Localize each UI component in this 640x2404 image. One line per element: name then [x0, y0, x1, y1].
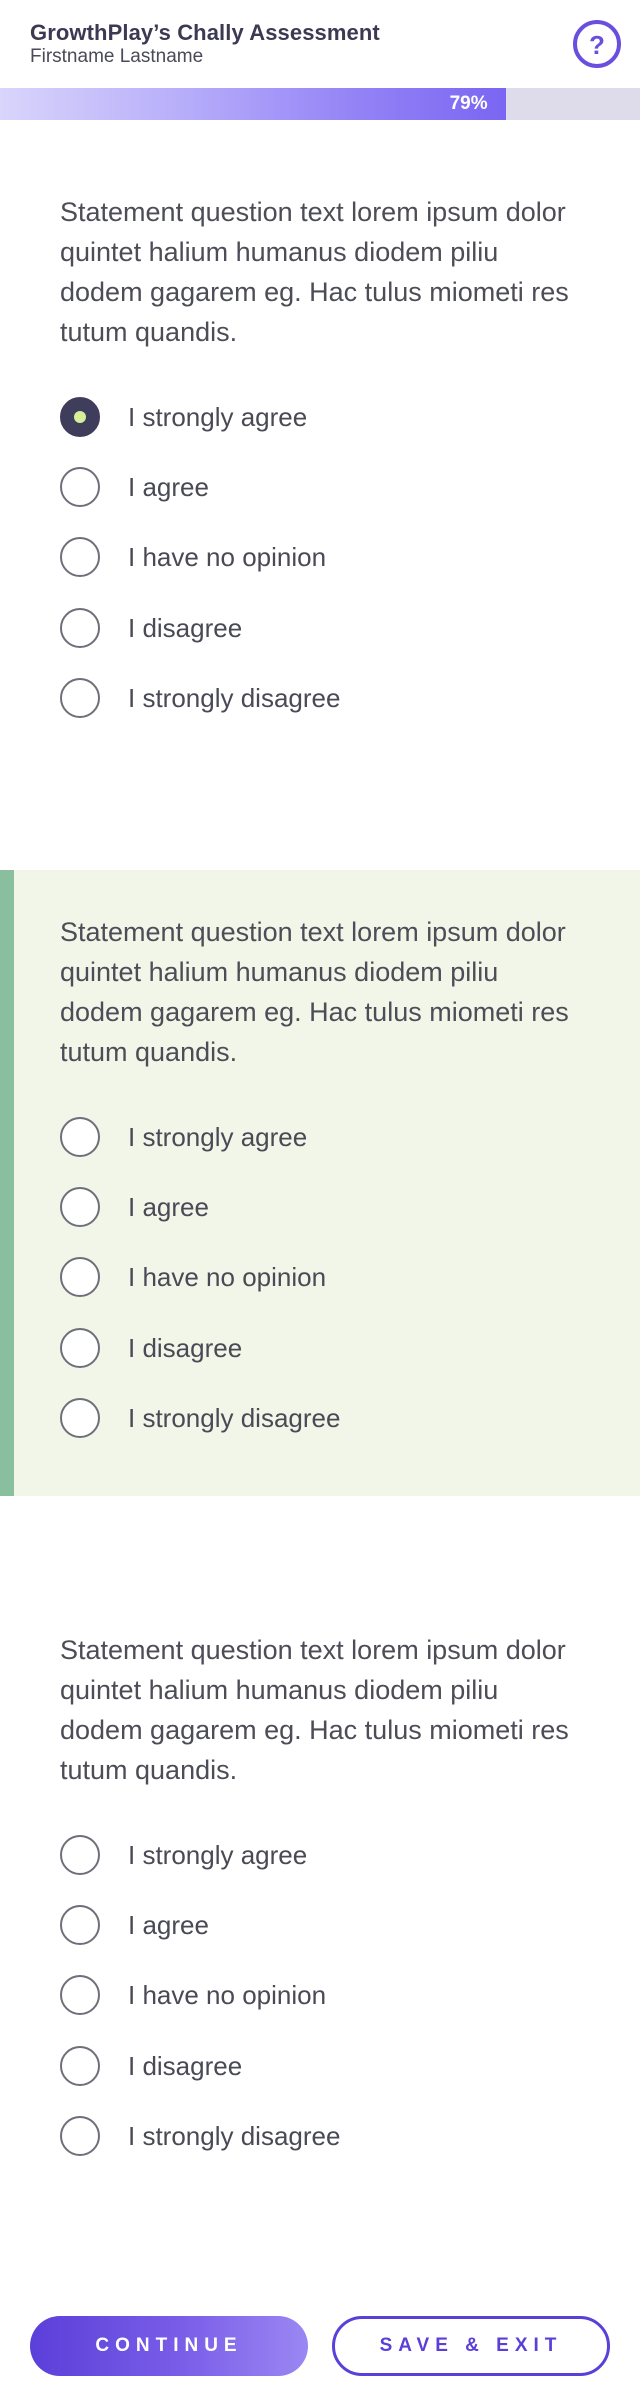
option-label: I strongly disagree [128, 2120, 341, 2151]
progress-label: 79% [449, 93, 488, 114]
option-disagree[interactable]: I disagree [60, 2045, 580, 2087]
question-circle-icon: ? [589, 29, 605, 60]
radio-button[interactable] [60, 2046, 100, 2086]
question-block-2: Statement question text lorem ipsum dolo… [0, 870, 640, 1496]
option-label: I agree [128, 1909, 209, 1940]
radio-button[interactable] [60, 678, 100, 718]
option-label: I strongly agree [128, 1839, 308, 1870]
option-label: I strongly disagree [128, 1402, 341, 1433]
option-strongly-disagree[interactable]: I strongly disagree [60, 1397, 580, 1439]
option-label: I strongly agree [128, 1121, 308, 1152]
header: GrowthPlay’s Chally Assessment Firstname… [0, 0, 640, 88]
option-label: I have no opinion [128, 541, 327, 572]
radio-button[interactable] [60, 537, 100, 577]
radio-button[interactable] [60, 1975, 100, 2015]
option-strongly-agree[interactable]: I strongly agree [60, 1834, 580, 1876]
option-label: I disagree [128, 612, 243, 643]
question-block-1: Statement question text lorem ipsum dolo… [0, 120, 640, 870]
option-strongly-agree[interactable]: I strongly agree [60, 1116, 580, 1158]
option-label: I agree [128, 1191, 209, 1222]
option-strongly-agree[interactable]: I strongly agree [60, 396, 580, 438]
option-label: I disagree [128, 1332, 243, 1363]
option-agree[interactable]: I agree [60, 466, 580, 508]
option-label: I have no opinion [128, 1261, 327, 1292]
option-label: I strongly disagree [128, 682, 341, 713]
option-strongly-disagree[interactable]: I strongly disagree [60, 677, 580, 719]
option-no-opinion[interactable]: I have no opinion [60, 1256, 580, 1298]
radio-button[interactable] [60, 1328, 100, 1368]
radio-button[interactable] [60, 1187, 100, 1227]
option-strongly-disagree[interactable]: I strongly disagree [60, 2115, 580, 2157]
option-agree[interactable]: I agree [60, 1186, 580, 1228]
option-agree[interactable]: I agree [60, 1904, 580, 1946]
continue-button[interactable]: CONTINUE [30, 2316, 308, 2376]
save-exit-button[interactable]: SAVE & EXIT [332, 2316, 610, 2376]
radio-button[interactable] [60, 1835, 100, 1875]
option-label: I agree [128, 471, 209, 502]
radio-button[interactable] [60, 608, 100, 648]
question-text: Statement question text lorem ipsum dolo… [60, 917, 569, 1067]
option-label: I have no opinion [128, 1979, 327, 2010]
option-disagree[interactable]: I disagree [60, 1327, 580, 1369]
option-no-opinion[interactable]: I have no opinion [60, 536, 580, 578]
radio-button[interactable] [60, 467, 100, 507]
question-text: Statement question text lorem ipsum dolo… [60, 197, 569, 347]
radio-button[interactable] [60, 1117, 100, 1157]
progress-fill: 79% [0, 88, 506, 120]
app-title: GrowthPlay’s Chally Assessment [30, 20, 380, 45]
option-label: I strongly agree [128, 401, 308, 432]
option-no-opinion[interactable]: I have no opinion [60, 1974, 580, 2016]
user-name: Firstname Lastname [30, 46, 204, 67]
assessment-page: GrowthPlay’s Chally Assessment Firstname… [0, 0, 640, 2404]
question-text: Statement question text lorem ipsum dolo… [60, 1635, 569, 1785]
help-button[interactable]: ? [573, 20, 621, 68]
question-block-3: Statement question text lorem ipsum dolo… [0, 1496, 640, 2276]
radio-button[interactable] [60, 1398, 100, 1438]
radio-button[interactable] [60, 1257, 100, 1297]
radio-button-selected[interactable] [60, 397, 100, 437]
radio-button[interactable] [60, 1905, 100, 1945]
save-exit-label: SAVE & EXIT [379, 2335, 563, 2356]
option-disagree[interactable]: I disagree [60, 607, 580, 649]
option-label: I disagree [128, 2050, 243, 2081]
progress-bar: 79% [0, 88, 640, 120]
continue-label: CONTINUE [95, 2335, 243, 2356]
radio-button[interactable] [60, 2116, 100, 2156]
